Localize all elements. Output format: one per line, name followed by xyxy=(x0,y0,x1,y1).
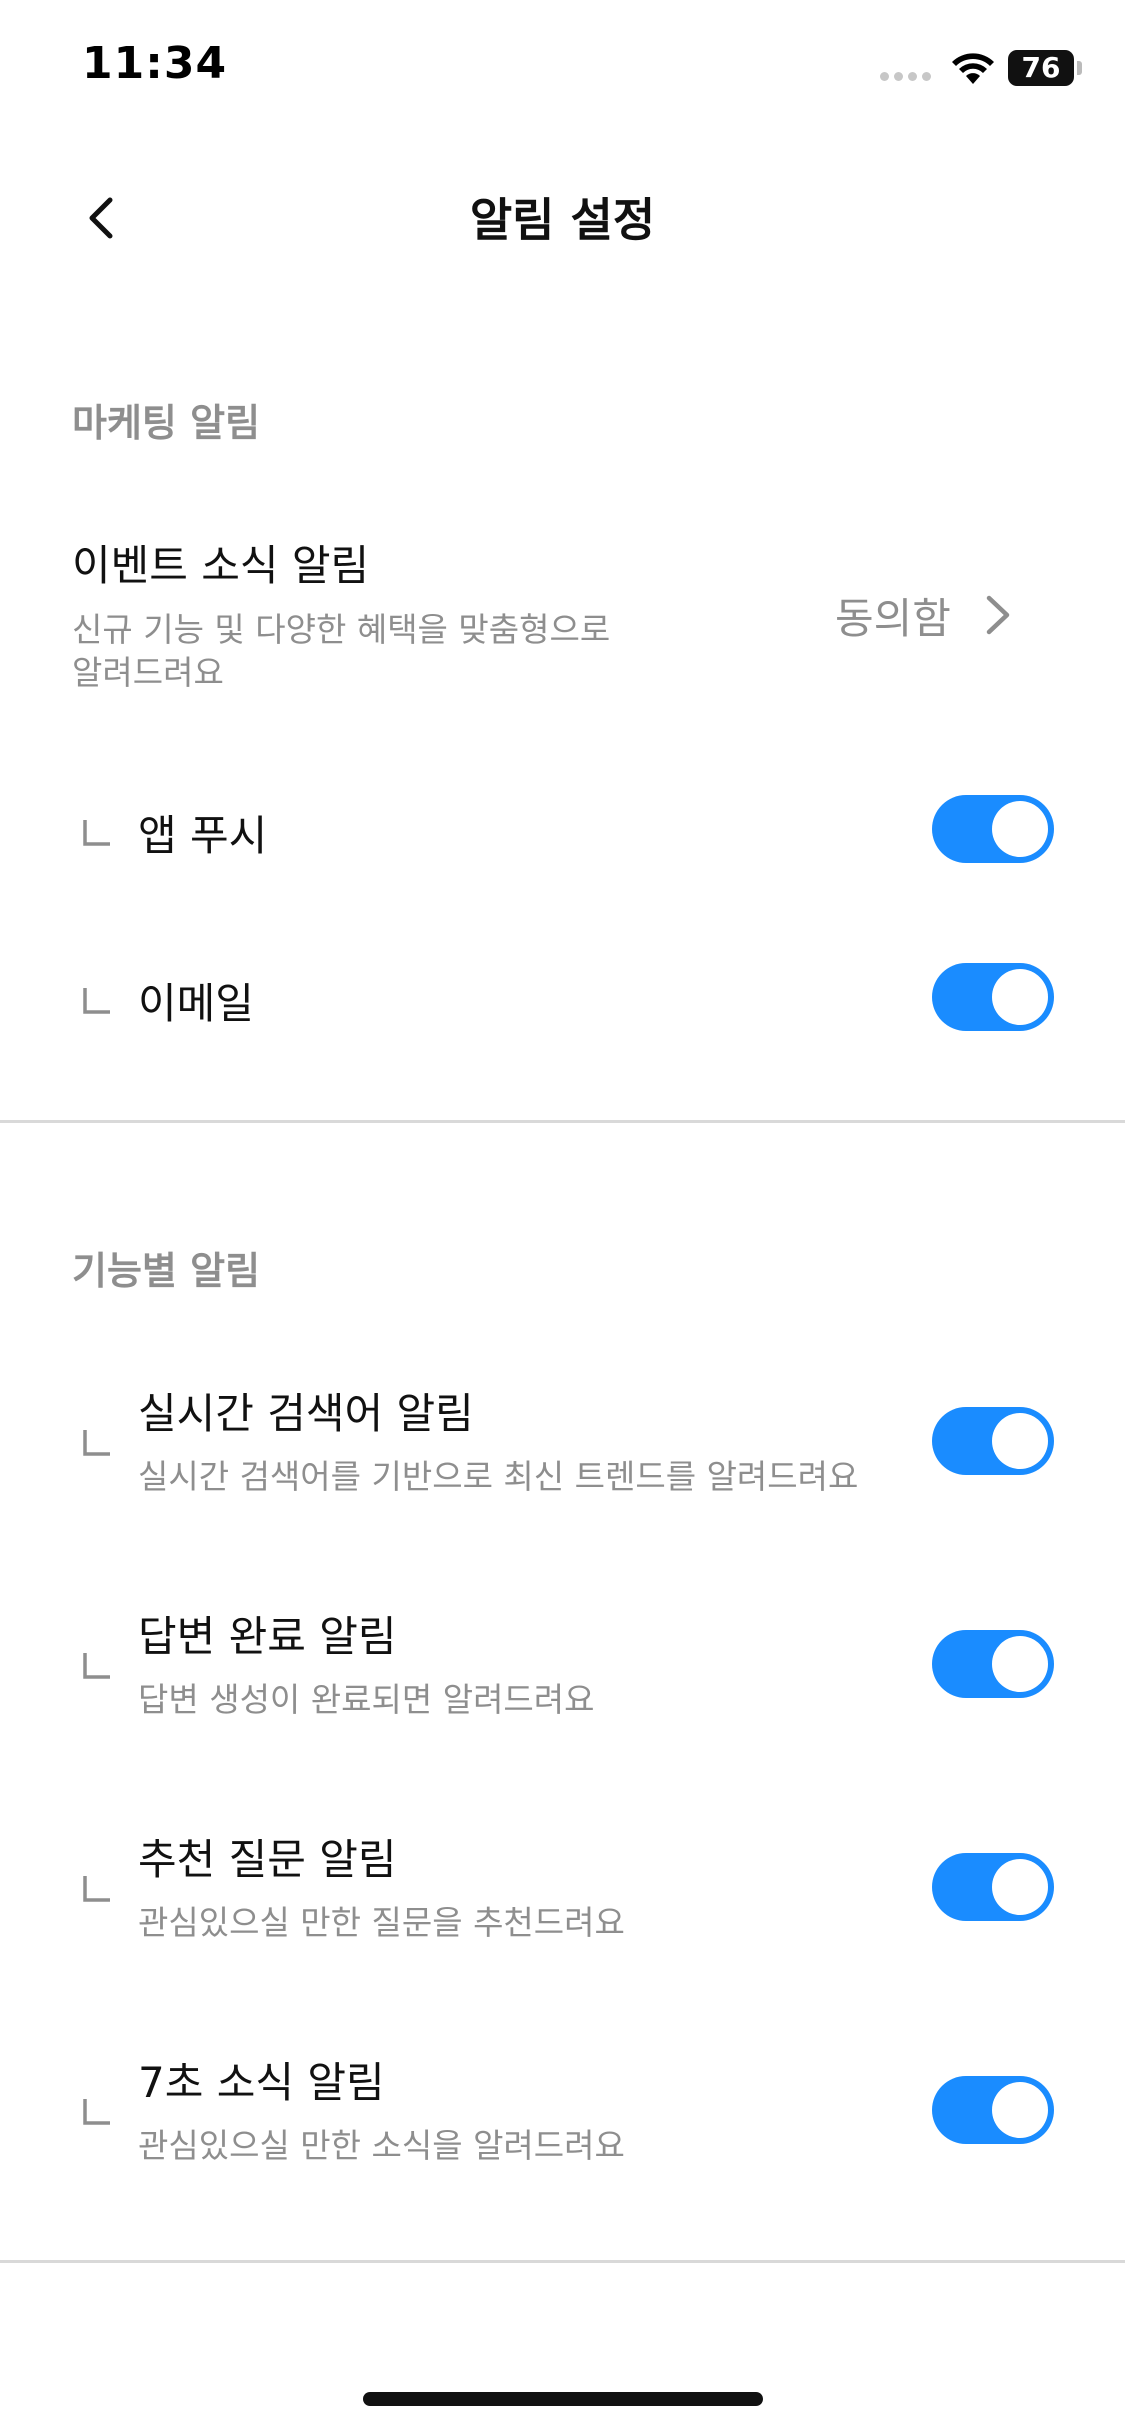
feature-item-title: 답변 완료 알림 xyxy=(138,1612,397,1661)
sub-item-branch-icon xyxy=(83,1876,110,1902)
battery-icon: 76 xyxy=(1008,50,1074,86)
section-divider xyxy=(0,2260,1125,2263)
toggle-knob xyxy=(992,969,1048,1025)
toggle-knob xyxy=(992,1636,1048,1692)
page-title: 알림 설정 xyxy=(469,193,656,247)
toggle-knob xyxy=(992,1859,1048,1915)
realtime-search-toggle[interactable] xyxy=(932,1407,1054,1475)
sub-item-branch-icon xyxy=(83,988,110,1014)
toggle-knob xyxy=(992,2082,1048,2138)
cellular-signal-icon xyxy=(880,72,932,82)
event-consent-link[interactable]: 동의함 xyxy=(835,580,1065,650)
consent-status: 동의함 xyxy=(835,593,951,643)
battery-tip xyxy=(1077,61,1082,75)
recommended-question-toggle[interactable] xyxy=(932,1853,1054,1921)
answer-complete-toggle[interactable] xyxy=(932,1630,1054,1698)
wifi-icon xyxy=(952,53,994,84)
seven-second-news-toggle[interactable] xyxy=(932,2076,1054,2144)
feature-item-title: 실시간 검색어 알림 xyxy=(138,1389,474,1438)
sub-item-branch-icon xyxy=(83,2099,110,2125)
home-indicator[interactable] xyxy=(363,2392,763,2406)
section-divider xyxy=(0,1120,1125,1123)
sub-item-branch-icon xyxy=(83,1430,110,1456)
event-notification-description-line1: 신규 기능 및 다양한 혜택을 맞춤형으로 xyxy=(72,610,611,649)
status-time: 11:34 xyxy=(82,38,228,89)
sub-item-branch-icon xyxy=(83,820,110,846)
section-title-features: 기능별 알림 xyxy=(72,1249,261,1293)
screen: 11:34 76 알림 설정 마케팅 알림 이벤트 소식 알림 신규 기능 및 … xyxy=(0,0,1125,2436)
feature-item-description: 관심있으실 만한 소식을 알려드려요 xyxy=(138,2126,625,2165)
event-notification-title: 이벤트 소식 알림 xyxy=(72,541,370,590)
feature-item-description: 관심있으실 만한 질문을 추천드려요 xyxy=(138,1903,625,1942)
status-bar: 11:34 76 xyxy=(0,0,1125,140)
feature-item-title: 7초 소식 알림 xyxy=(138,2058,385,2107)
toggle-knob xyxy=(992,801,1048,857)
feature-item-description: 실시간 검색어를 기반으로 최신 트렌드를 알려드려요 xyxy=(138,1457,859,1496)
toggle-knob xyxy=(992,1413,1048,1469)
event-notification-description-line2: 알려드려요 xyxy=(72,653,224,692)
email-label: 이메일 xyxy=(138,979,254,1028)
feature-item-description: 답변 생성이 완료되면 알려드려요 xyxy=(138,1680,595,1719)
section-title-marketing: 마케팅 알림 xyxy=(72,401,261,445)
sub-item-branch-icon xyxy=(83,1653,110,1679)
nav-bar: 알림 설정 xyxy=(0,170,1125,260)
app-push-label: 앱 푸시 xyxy=(138,811,268,860)
feature-item-title: 추천 질문 알림 xyxy=(138,1835,397,1884)
app-push-toggle[interactable] xyxy=(932,795,1054,863)
chevron-right-icon xyxy=(986,595,1010,635)
email-toggle[interactable] xyxy=(932,963,1054,1031)
